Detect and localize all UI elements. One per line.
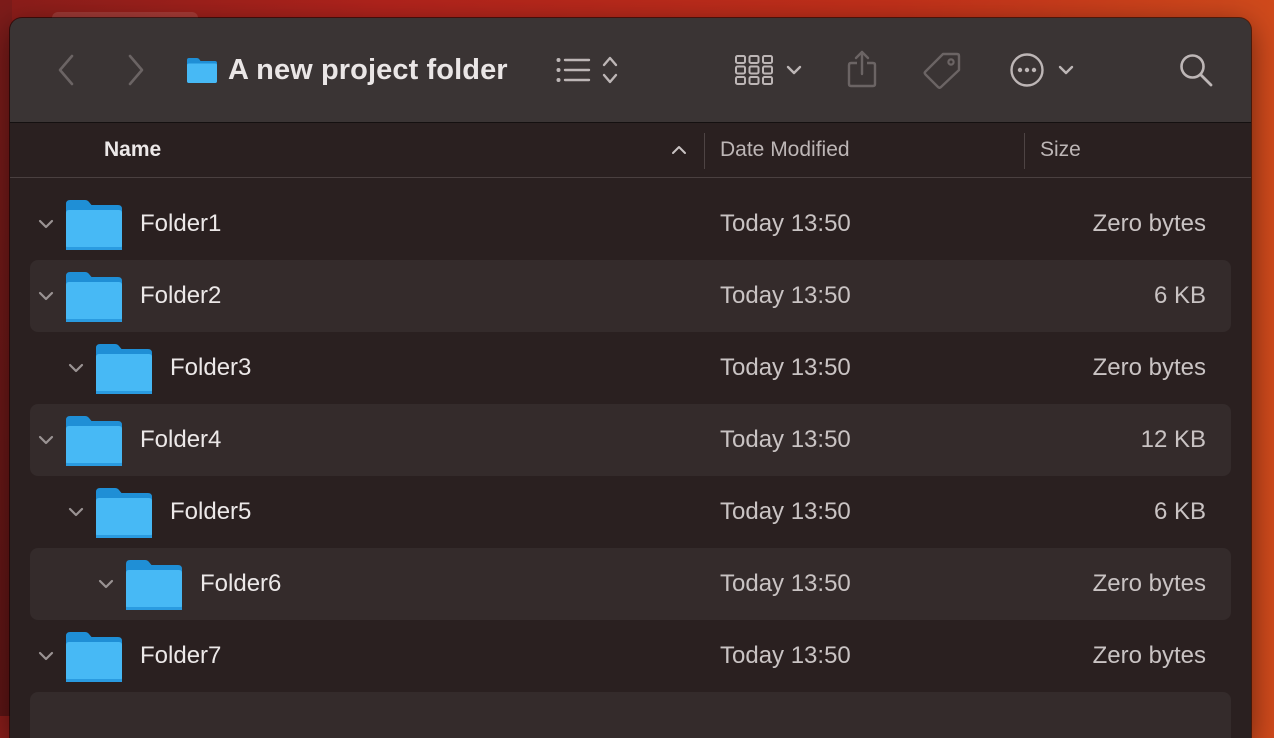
row-date: Today 13:50 xyxy=(720,210,851,237)
row-name: Folder7 xyxy=(140,642,222,669)
disclosure-chevron-icon[interactable] xyxy=(66,502,86,522)
date-column-label: Date Modified xyxy=(720,138,850,161)
row-name: Folder4 xyxy=(140,426,222,453)
date-column-header[interactable]: Date Modified xyxy=(720,123,850,177)
group-button[interactable] xyxy=(732,52,806,88)
row-size: Zero bytes xyxy=(1092,570,1206,597)
row-size: 12 KB xyxy=(1140,426,1206,453)
disclosure-chevron-icon[interactable] xyxy=(66,358,86,378)
column-divider[interactable] xyxy=(1024,133,1025,169)
row-size: Zero bytes xyxy=(1092,210,1206,237)
folder-icon xyxy=(66,632,122,682)
more-actions-button[interactable] xyxy=(1006,52,1078,88)
chevron-down-icon xyxy=(786,65,802,75)
list-view-icon xyxy=(556,58,591,82)
row-date: Today 13:50 xyxy=(720,354,851,381)
column-header: Name Date Modified Size xyxy=(10,123,1251,178)
table-row[interactable]: Folder6 Today 13:50 Zero bytes xyxy=(30,548,1231,620)
folder-icon xyxy=(66,272,122,322)
size-column-label: Size xyxy=(1040,138,1081,161)
chevron-down-icon xyxy=(1058,65,1074,75)
name-column-header[interactable]: Name xyxy=(104,123,161,177)
sort-updown-icon xyxy=(602,56,618,84)
chevron-right-icon xyxy=(128,54,144,86)
row-date: Today 13:50 xyxy=(720,570,851,597)
tag-button[interactable] xyxy=(920,50,964,90)
toolbar: A new project folder xyxy=(10,18,1251,123)
table-row[interactable]: Folder1 Today 13:50 Zero bytes xyxy=(30,188,1231,260)
name-column-label: Name xyxy=(104,138,162,161)
folder-icon xyxy=(66,416,122,466)
forward-button[interactable] xyxy=(122,52,150,88)
sort-ascending-icon[interactable] xyxy=(670,143,688,157)
row-date: Today 13:50 xyxy=(720,282,851,309)
disclosure-chevron-icon[interactable] xyxy=(36,286,56,306)
table-row[interactable]: Folder5 Today 13:50 6 KB xyxy=(30,476,1231,548)
grid-view-icon xyxy=(735,55,773,85)
more-icon xyxy=(1010,53,1044,87)
row-date: Today 13:50 xyxy=(720,642,851,669)
folder-icon xyxy=(126,560,182,610)
row-size: 6 KB xyxy=(1153,498,1206,525)
row-size: Zero bytes xyxy=(1092,642,1206,669)
search-icon xyxy=(1180,54,1213,87)
row-size: 6 KB xyxy=(1153,282,1206,309)
disclosure-chevron-icon[interactable] xyxy=(36,214,56,234)
search-button[interactable] xyxy=(1176,50,1216,90)
row-name: Folder5 xyxy=(170,498,252,525)
share-button[interactable] xyxy=(844,48,880,90)
disclosure-chevron-icon[interactable] xyxy=(96,574,116,594)
chevron-left-icon xyxy=(58,54,74,86)
size-column-header[interactable]: Size xyxy=(1040,123,1081,177)
table-row[interactable]: Folder3 Today 13:50 Zero bytes xyxy=(30,332,1231,404)
window-title-text: A new project folder xyxy=(228,53,508,86)
table-row[interactable]: Folder4 Today 13:50 12 KB xyxy=(30,404,1231,476)
row-name: Folder6 xyxy=(200,570,282,597)
window-title[interactable]: A new project folder xyxy=(186,48,508,92)
table-row-partial[interactable] xyxy=(30,692,1231,738)
row-date: Today 13:50 xyxy=(720,498,851,525)
view-options-button[interactable] xyxy=(554,52,620,88)
row-name: Folder2 xyxy=(140,282,222,309)
folder-icon xyxy=(66,200,122,250)
folder-icon xyxy=(96,488,152,538)
folder-icon xyxy=(96,344,152,394)
finder-window: A new project folder Name Date Modified … xyxy=(10,18,1251,738)
table-row[interactable]: Folder7 Today 13:50 Zero bytes xyxy=(30,620,1231,692)
disclosure-chevron-icon[interactable] xyxy=(36,646,56,666)
row-date: Today 13:50 xyxy=(720,426,851,453)
share-icon xyxy=(847,50,877,88)
row-size: Zero bytes xyxy=(1092,354,1206,381)
disclosure-chevron-icon[interactable] xyxy=(36,430,56,450)
table-row[interactable]: Folder2 Today 13:50 6 KB xyxy=(30,260,1231,332)
tag-icon xyxy=(923,52,961,89)
folder-icon xyxy=(187,58,217,83)
column-divider[interactable] xyxy=(704,133,705,169)
row-name: Folder1 xyxy=(140,210,222,237)
back-button[interactable] xyxy=(52,52,80,88)
row-name: Folder3 xyxy=(170,354,252,381)
